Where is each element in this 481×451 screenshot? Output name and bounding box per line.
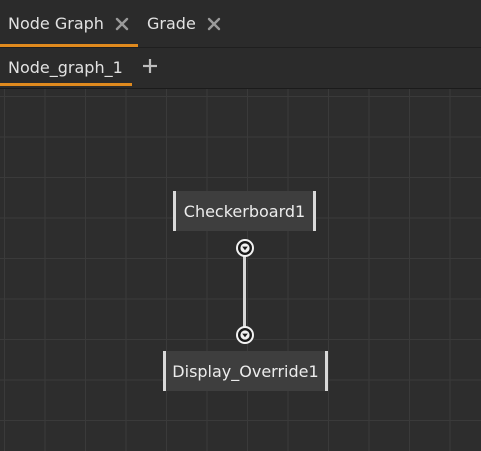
panel-tab-bar: Node Graph Grade [0, 0, 481, 48]
tab-node-graph[interactable]: Node Graph [8, 0, 129, 48]
close-icon[interactable] [207, 17, 221, 31]
node-graph-app: Node Graph Grade Node_graph_1 Checkerboa… [0, 0, 481, 451]
chevron-down-icon [236, 239, 254, 257]
output-port[interactable] [236, 239, 254, 257]
tab-node-graph-1-label: Node_graph_1 [8, 57, 123, 77]
tab-node-graph-1[interactable]: Node_graph_1 [8, 48, 123, 86]
node-display-override-label: Display_Override1 [172, 361, 319, 381]
node-checkerboard[interactable]: Checkerboard1 [173, 191, 316, 231]
close-icon[interactable] [115, 17, 129, 31]
tab-grade[interactable]: Grade [147, 0, 221, 48]
connection-wire[interactable] [243, 255, 246, 331]
tab-node-graph-label: Node Graph [8, 14, 104, 33]
chevron-down-icon [236, 326, 254, 344]
input-port[interactable] [236, 326, 254, 344]
active-graph-tab-indicator [0, 83, 132, 86]
graph-tab-bar: Node_graph_1 [0, 48, 481, 89]
node-display-override[interactable]: Display_Override1 [163, 351, 328, 391]
tab-grade-label: Grade [147, 14, 196, 33]
node-checkerboard-label: Checkerboard1 [183, 201, 306, 221]
plus-icon[interactable] [140, 56, 160, 76]
graph-canvas[interactable]: Checkerboard1 Display_Override1 [0, 89, 481, 451]
